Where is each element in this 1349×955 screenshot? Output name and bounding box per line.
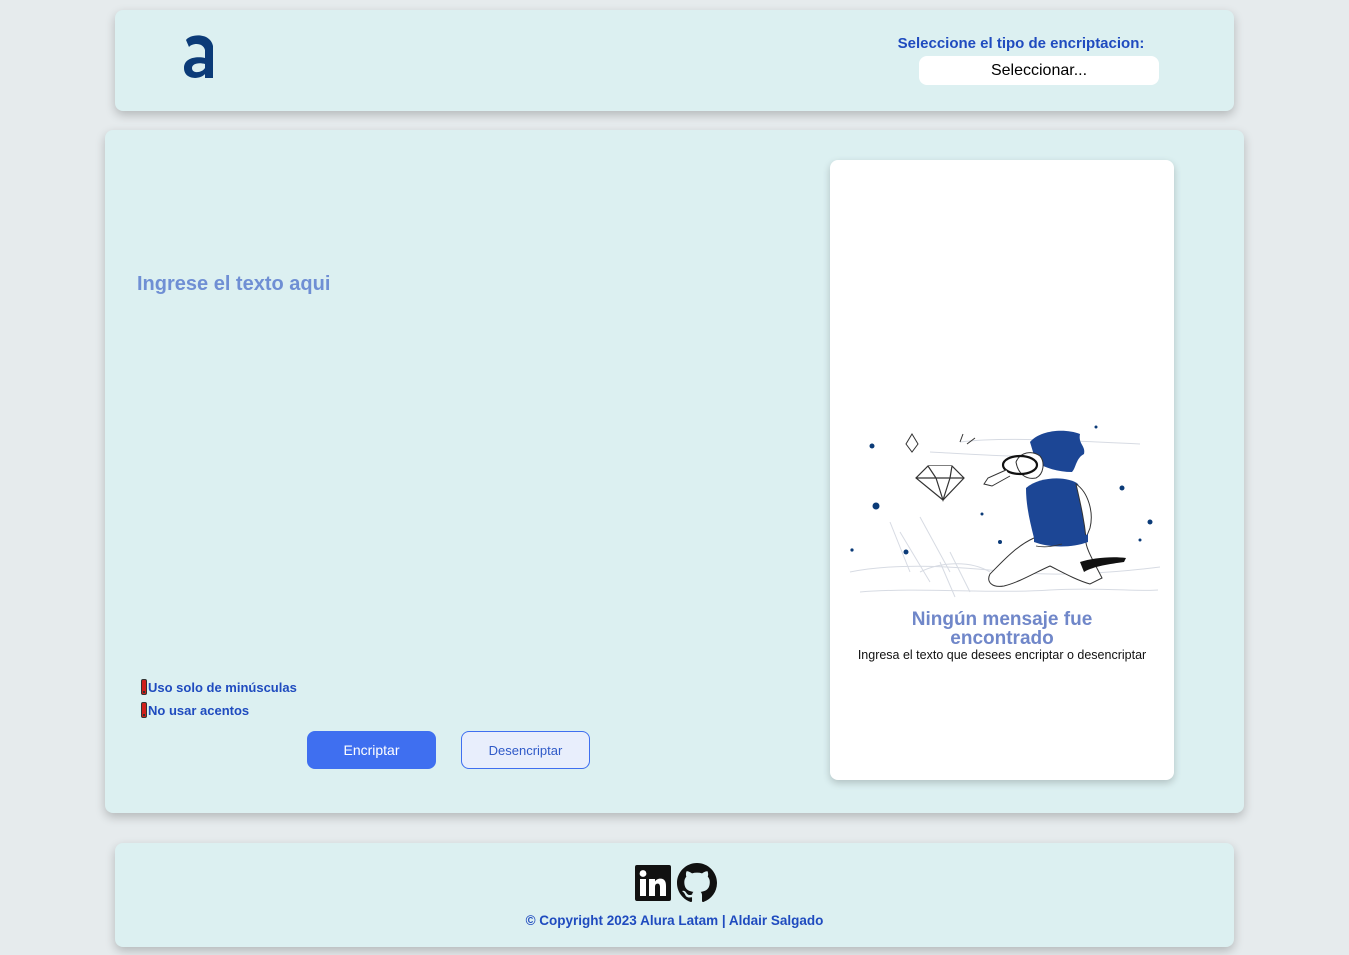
person-searching-illustration: [849, 425, 1161, 598]
github-link[interactable]: [677, 863, 717, 903]
encrypt-button[interactable]: Encriptar: [307, 731, 436, 769]
linkedin-icon[interactable]: [635, 865, 671, 901]
footer-panel: © Copyright 2023 Alura Latam | Aldair Sa…: [115, 843, 1234, 947]
encryption-type-label: Seleccione el tipo de encriptacion:: [897, 35, 1145, 52]
alura-logo-icon[interactable]: [180, 30, 220, 86]
result-subtitle: Ingresa el texto que desees encriptar o …: [857, 648, 1147, 662]
github-icon[interactable]: [677, 863, 717, 903]
message-input[interactable]: [135, 160, 775, 680]
hint-lowercase-text: Uso solo de minúsculas: [148, 679, 297, 695]
hint-no-accents-text: No usar acentos: [148, 702, 250, 718]
result-card: Ningún mensaje fue encontrado Ingresa el…: [830, 160, 1174, 780]
exclamation-warning-icon: [141, 702, 147, 718]
exclamation-warning-icon: [141, 679, 147, 695]
message-input-placeholder: Ingrese el texto aqui: [137, 273, 331, 295]
hint-lowercase: Uso solo de minúsculas: [141, 678, 297, 696]
result-title: Ningún mensaje fue encontrado: [911, 609, 1093, 649]
main-panel: Ingrese el texto aqui Uso solo de minúsc…: [105, 130, 1244, 813]
header-panel: Seleccione el tipo de encriptacion: Sele…: [115, 10, 1234, 111]
hint-no-accents: No usar acentos: [141, 701, 249, 719]
linkedin-link[interactable]: [635, 863, 671, 903]
decrypt-button[interactable]: Desencriptar: [461, 731, 590, 769]
copyright-text: © Copyright 2023 Alura Latam | Aldair Sa…: [525, 913, 824, 928]
encryption-type-select[interactable]: Seleccionar...: [919, 56, 1159, 85]
